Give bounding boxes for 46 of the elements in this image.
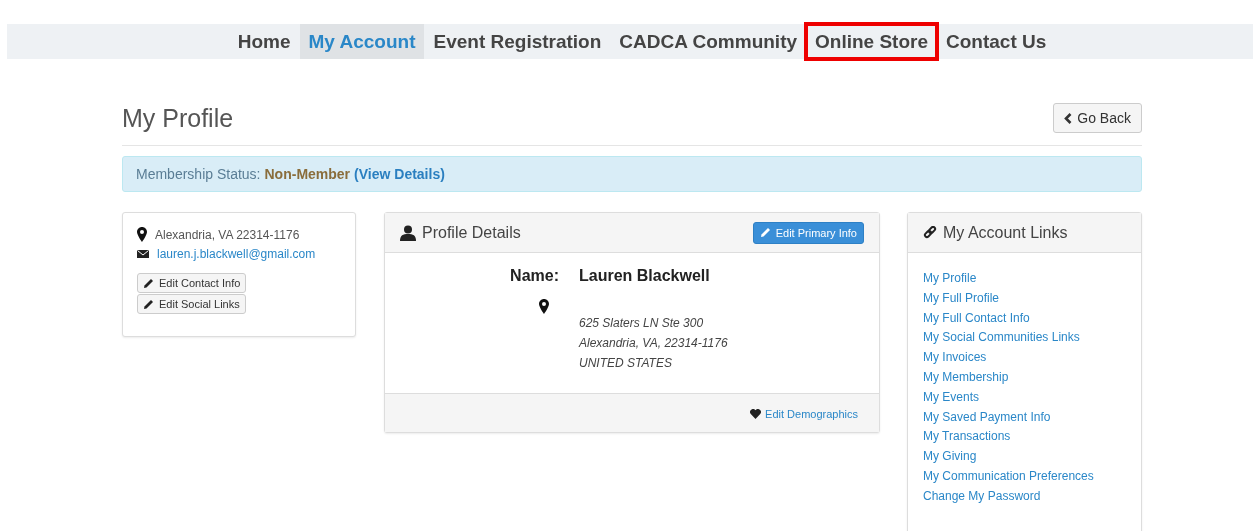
address-line: UNITED STATES: [579, 355, 673, 372]
nav-link[interactable]: Home: [228, 24, 300, 59]
nav-link[interactable]: Contact Us: [937, 24, 1056, 59]
edit-button[interactable]: Edit Contact Info: [137, 273, 247, 293]
account-link[interactable]: My Invoices: [923, 348, 987, 368]
pencil-icon: [759, 227, 771, 238]
membership-status: Non-Member: [264, 166, 351, 182]
panel-title: My Account Links: [943, 223, 1068, 242]
view-details-link[interactable]: (View Details): [354, 166, 445, 182]
link-icon: [923, 225, 937, 240]
account-link[interactable]: My Social Communities Links: [923, 328, 1080, 349]
envelope-icon: [137, 250, 149, 258]
person-icon: [400, 224, 416, 241]
edit-button[interactable]: Edit Social Links: [137, 294, 246, 314]
pencil-icon: [143, 277, 154, 289]
edit-primary-info-button[interactable]: Edit Primary Info: [752, 221, 864, 244]
nav-link[interactable]: Online Store: [806, 24, 937, 59]
account-link[interactable]: My Saved Payment Info: [923, 407, 1051, 428]
edit-demographics-link[interactable]: Edit Demographics: [765, 408, 858, 420]
nav-link[interactable]: CADCA Community: [610, 24, 807, 59]
name-label: Name:: [509, 267, 559, 285]
account-link[interactable]: My Communication Preferences: [923, 466, 1094, 487]
account-link[interactable]: My Full Profile: [923, 288, 999, 309]
chevron-left-icon: [1064, 112, 1073, 124]
account-link[interactable]: My Membership: [923, 368, 1009, 388]
map-pin-icon: [539, 299, 549, 314]
panel-title: Profile Details: [422, 223, 521, 242]
nav-link[interactable]: My Account: [299, 24, 425, 59]
email-link[interactable]: lauren.j.blackwell@gmail.com: [157, 247, 316, 261]
account-link[interactable]: My Events: [923, 387, 979, 408]
account-link[interactable]: My Giving: [923, 447, 977, 467]
heart-icon: [750, 409, 762, 419]
account-link[interactable]: Change My Password: [923, 486, 1041, 507]
account-link[interactable]: My Transactions: [923, 427, 1011, 448]
go-back-button[interactable]: Go Back: [1053, 103, 1142, 133]
nav-link[interactable]: Event Registration: [424, 24, 611, 59]
name-value: Lauren Blackwell: [579, 267, 711, 285]
map-pin-icon: [137, 227, 147, 242]
membership-label: Membership Status:: [136, 166, 261, 182]
location-text: Alexandria, VA 22314-1176: [155, 227, 300, 242]
pencil-icon: [143, 298, 154, 310]
address-line: 625 Slaters LN Ste 300: [579, 315, 705, 332]
address-line: Alexandria, VA, 22314-1176: [579, 335, 729, 352]
account-link[interactable]: My Profile: [923, 269, 977, 289]
account-link[interactable]: My Full Contact Info: [923, 308, 1030, 329]
page-title: My Profile: [122, 103, 234, 133]
